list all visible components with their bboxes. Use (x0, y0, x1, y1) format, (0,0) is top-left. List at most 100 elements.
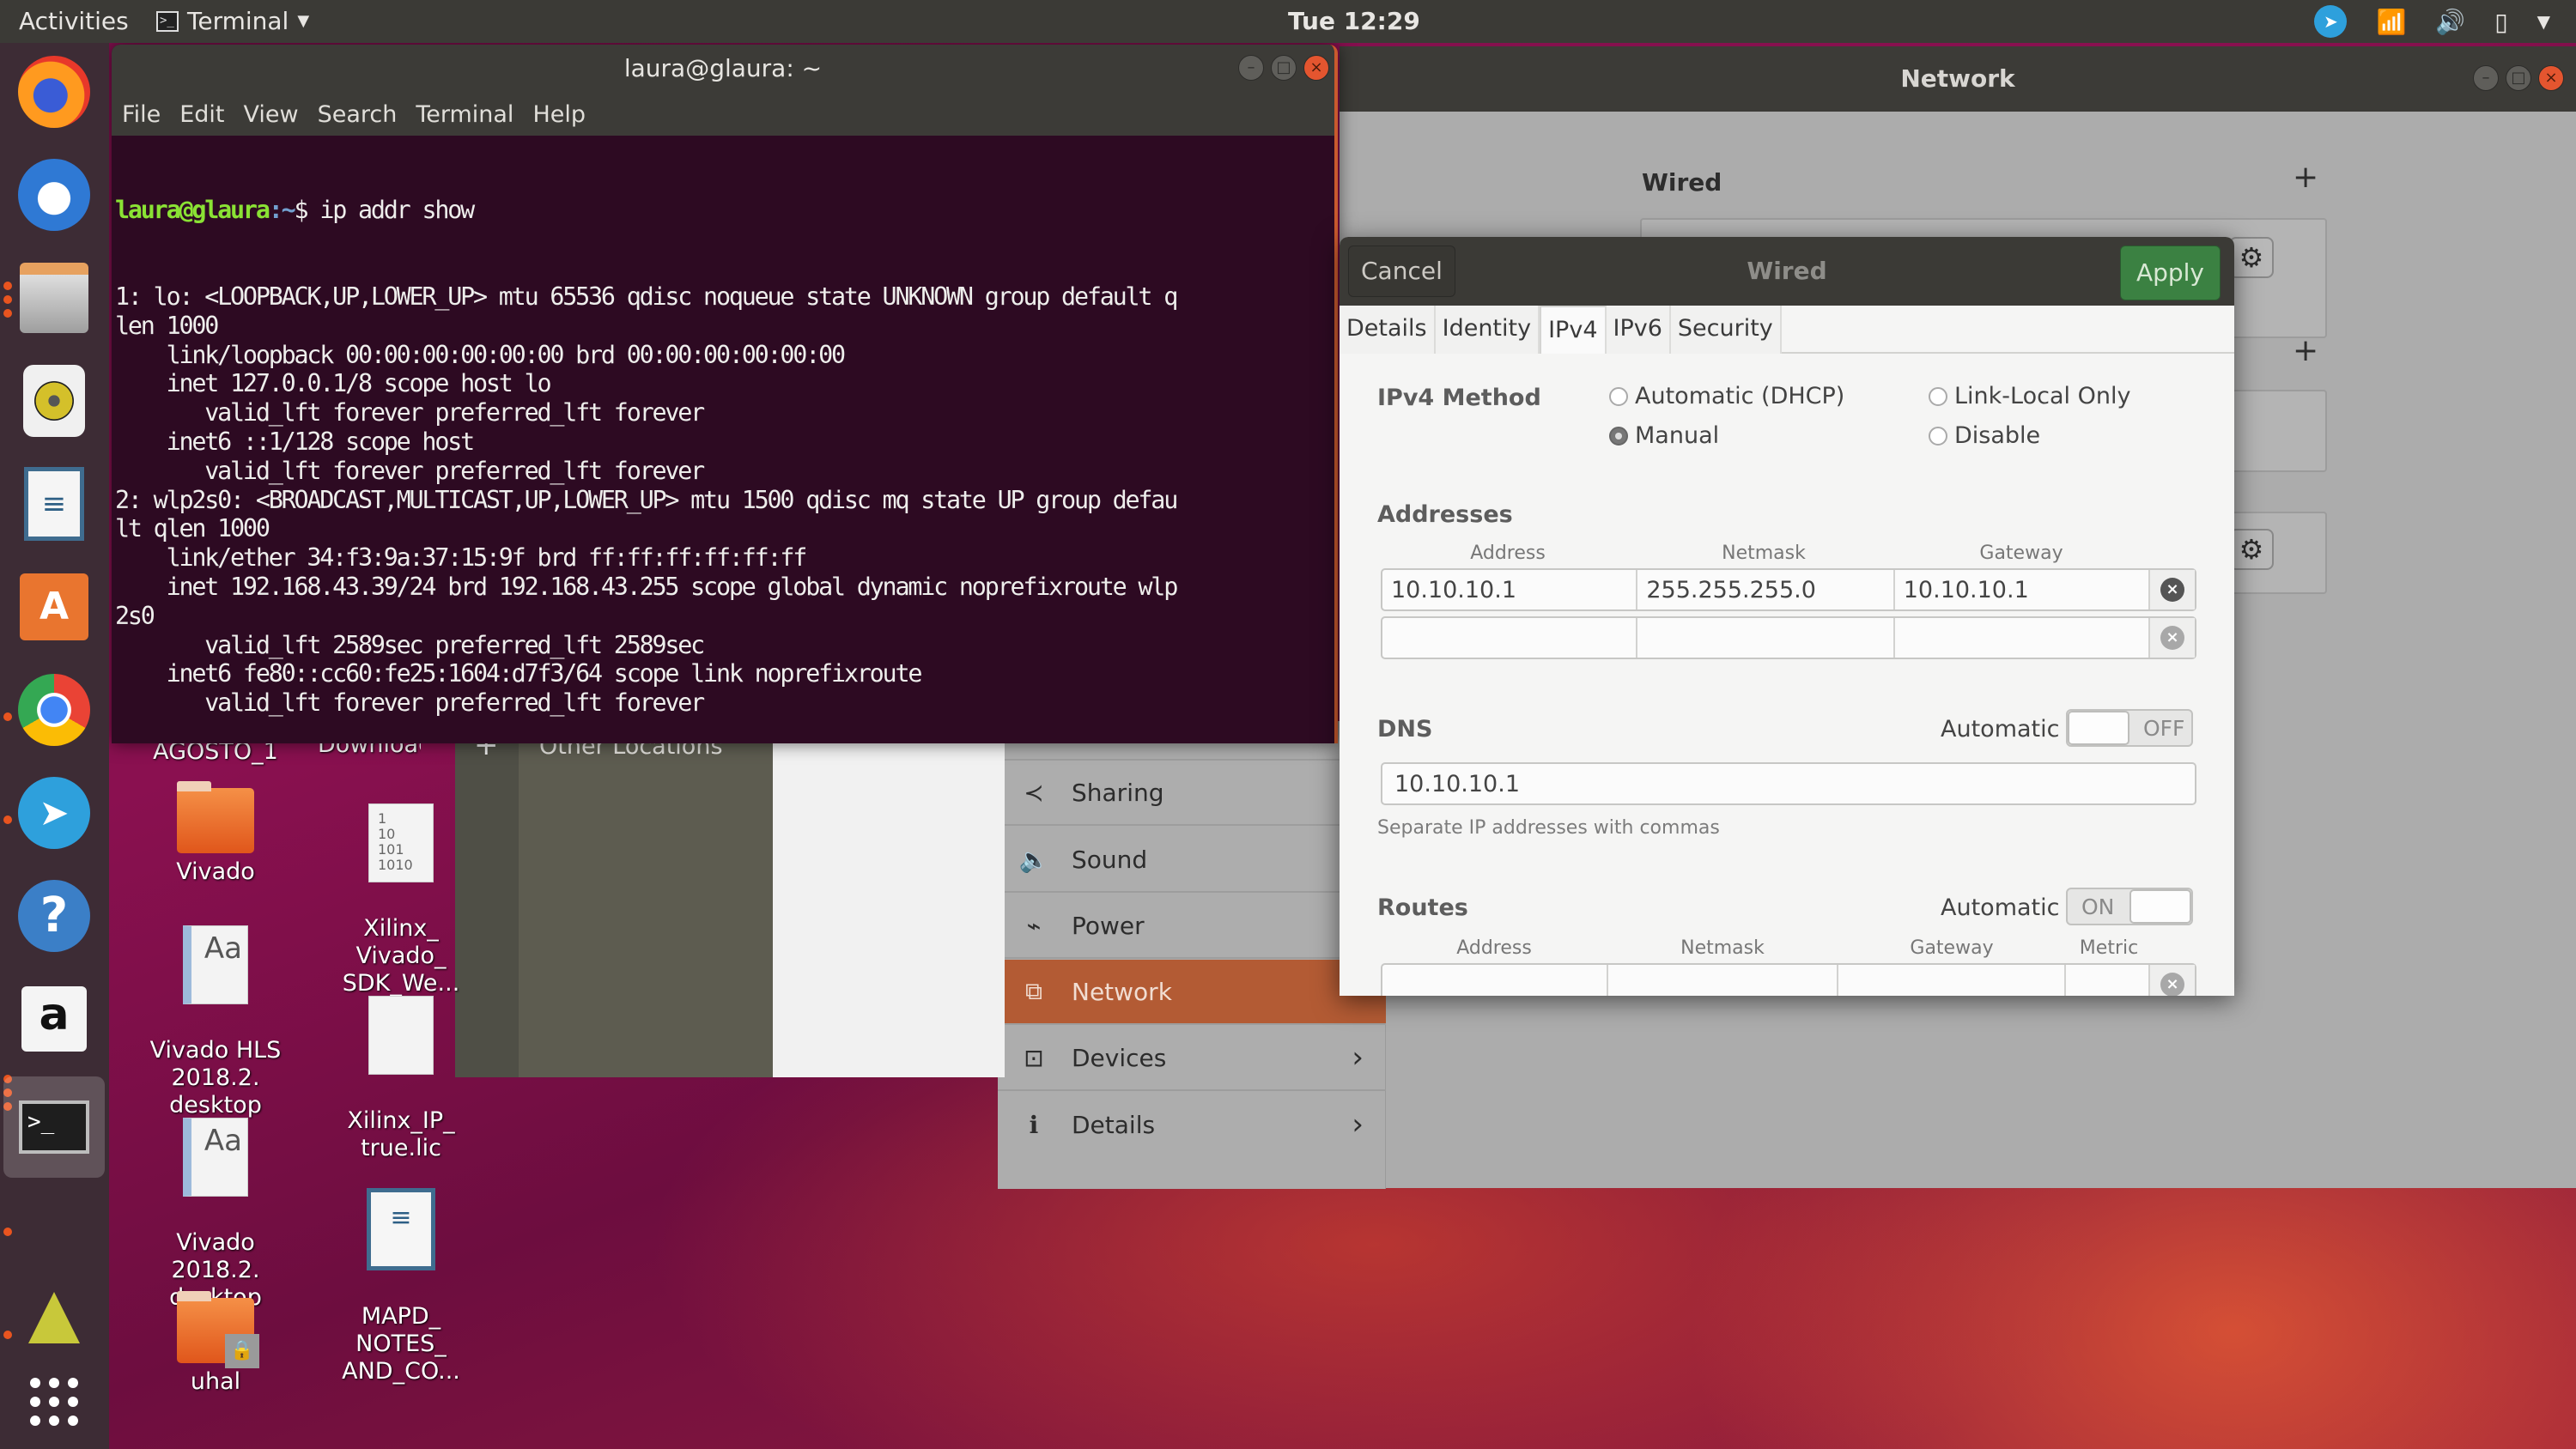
cancel-button[interactable]: Cancel (1348, 246, 1455, 297)
dock-amazon[interactable]: a (15, 980, 93, 1058)
netmask-input[interactable]: 255.255.255.0 (1637, 570, 1895, 609)
delete-route-button[interactable]: × (2150, 965, 2196, 996)
desktop-icon-vivado-hls[interactable]: Aa Vivado HLS 2018.2. desktop (134, 898, 297, 1119)
dock-telegram[interactable]: ➤ (15, 774, 93, 852)
minimize-icon[interactable]: – (1238, 55, 1264, 81)
wired-settings-gear-icon[interactable]: ⚙ (2229, 237, 2274, 278)
route-gateway-input[interactable] (1838, 965, 2067, 996)
terminal-screen[interactable]: laura@glaura:~$ ip addr show 1: lo: <LOO… (115, 136, 1334, 743)
tab-ipv4[interactable]: IPv4 (1540, 306, 1607, 354)
close-icon[interactable]: × (1303, 55, 1329, 81)
dock-chrome[interactable] (15, 671, 93, 749)
dns-hint: Separate IP addresses with commas (1377, 817, 1720, 839)
radio-automatic-dhcp[interactable]: Automatic (DHCP) (1609, 383, 1844, 409)
minimize-icon[interactable]: – (2473, 65, 2499, 91)
prompt-path: :~ (268, 195, 296, 224)
maximize-icon[interactable]: □ (2506, 65, 2531, 91)
app-grid-icon (30, 1378, 78, 1426)
netmask-input[interactable] (1637, 618, 1895, 658)
sidebar-item-sound[interactable]: 🔈 Sound (998, 828, 1386, 893)
sidebar-item-sharing[interactable]: ≺ Sharing (998, 761, 1386, 826)
gateway-input[interactable]: 10.10.10.1 (1895, 570, 2151, 609)
radio-link-local-only[interactable]: Link-Local Only (1929, 383, 2130, 409)
power-icon: ⌁ (1026, 911, 1042, 940)
delete-address-button[interactable]: × (2150, 570, 2196, 609)
address-input[interactable] (1382, 618, 1638, 658)
telegram-icon[interactable]: ➤ (2314, 5, 2348, 38)
desktop-icon-xilinx-lic[interactable]: Xilinx_IP_ true.lic (319, 968, 483, 1162)
close-icon[interactable]: × (2538, 65, 2564, 91)
col-route-gateway: Gateway (1910, 937, 1994, 959)
desktop-icon-uhal[interactable]: 🔒 uhal (134, 1291, 297, 1396)
remove-icon: × (2160, 626, 2185, 650)
desktop-icon-mapd-notes[interactable]: ≡ MAPD_ NOTES_ AND_CO... (319, 1161, 483, 1385)
route-netmask-input[interactable] (1608, 965, 1838, 996)
apply-button[interactable]: Apply (2119, 246, 2221, 300)
volume-icon[interactable]: 🔊 (2435, 8, 2465, 36)
radio-label: Manual (1635, 422, 1720, 449)
terminal-titlebar[interactable]: laura@glaura: ~ (112, 45, 1334, 93)
dock-vivado[interactable] (15, 1279, 93, 1356)
radio-manual[interactable]: Manual (1609, 422, 1719, 449)
dock-writer[interactable]: ≡ (15, 465, 93, 543)
terminal-icon: >_ (156, 10, 179, 32)
route-address-input[interactable] (1382, 965, 1609, 996)
col-route-netmask: Netmask (1680, 937, 1765, 959)
sidebar-item-power[interactable]: ⌁ Power (998, 894, 1386, 959)
tab-identity[interactable]: Identity (1435, 306, 1540, 354)
delete-address-button[interactable]: × (2150, 618, 2196, 658)
maximize-icon[interactable]: □ (1271, 55, 1297, 81)
desktop-icon-xilinx-sdk[interactable]: 1 10 101 1010 Xilinx_ Vivado_ SDK_We... (319, 776, 483, 997)
tab-ipv6[interactable]: IPv6 (1606, 306, 1671, 354)
desktop-icon-vivado-desktop[interactable]: Aa Vivado 2018.2. desktop (134, 1090, 297, 1312)
radio-label: Automatic (DHCP) (1635, 383, 1845, 409)
network-window-titlebar[interactable]: Network (1340, 46, 2576, 112)
dns-automatic-switch[interactable]: OFF (2066, 709, 2193, 747)
menu-edit[interactable]: Edit (179, 101, 224, 128)
dock-terminal[interactable]: >_ (3, 1076, 105, 1178)
routes-automatic-switch[interactable]: ON (2066, 888, 2193, 925)
dock-files[interactable] (15, 259, 93, 336)
radio-disable[interactable]: Disable (1929, 422, 2040, 449)
menu-help[interactable]: Help (532, 101, 586, 128)
sidebar-item-details[interactable]: ℹ Details › (998, 1092, 1386, 1157)
route-metric-input[interactable] (2066, 965, 2151, 996)
rhythmbox-icon (23, 365, 85, 437)
help-icon: ? (18, 880, 90, 952)
sidebar-item-devices[interactable]: ⊡ Devices › (998, 1026, 1386, 1091)
system-menu-arrow-icon[interactable]: ▼ (2537, 11, 2550, 32)
menu-search[interactable]: Search (318, 101, 398, 128)
dialog-tabs: Details Identity IPv4 IPv6 Security (1340, 306, 2234, 354)
clock[interactable]: Tue 12:29 (1288, 7, 1420, 35)
dock-software[interactable]: A (15, 568, 93, 646)
dock: ≡ A ➤ ? a >_ (0, 43, 109, 1449)
battery-unknown-icon[interactable]: ▯ (2494, 8, 2507, 36)
add-vpn-button[interactable]: + (2293, 333, 2318, 368)
dock-rhythmbox[interactable] (15, 362, 93, 440)
desktop-icon-vivado[interactable]: Vivado (134, 781, 297, 886)
binary-file-icon: 1 10 101 1010 (368, 803, 434, 882)
dns-input[interactable]: 10.10.10.1 (1381, 762, 2196, 805)
address-input[interactable]: 10.10.10.1 (1382, 570, 1638, 609)
menu-file[interactable]: File (122, 101, 161, 128)
sidebar-item-network[interactable]: ⧉ Network (998, 960, 1386, 1025)
proxy-settings-gear-icon[interactable]: ⚙ (2229, 529, 2274, 570)
add-wired-button[interactable]: + (2293, 160, 2318, 195)
dock-firefox[interactable] (15, 53, 93, 130)
dock-thunderbird[interactable] (15, 156, 93, 233)
terminal-output-line: inet 192.168.43.39/24 brd 192.168.43.255… (115, 572, 1179, 601)
col-route-address: Address (1456, 937, 1532, 959)
dock-help[interactable]: ? (15, 877, 93, 955)
menu-terminal[interactable]: Terminal (416, 101, 513, 128)
tab-security[interactable]: Security (1670, 306, 1782, 354)
vivado-icon (28, 1292, 80, 1343)
tab-details[interactable]: Details (1340, 306, 1436, 354)
show-applications-button[interactable] (15, 1363, 93, 1440)
menu-view[interactable]: View (243, 101, 298, 128)
app-menu[interactable]: >_ Terminal ▼ (156, 7, 309, 35)
running-indicator (3, 1228, 12, 1236)
network-window-title: Network (1900, 64, 2015, 93)
wifi-icon[interactable]: 📶 (2376, 8, 2406, 36)
activities-button[interactable]: Activities (19, 7, 129, 35)
gateway-input[interactable] (1895, 618, 2151, 658)
